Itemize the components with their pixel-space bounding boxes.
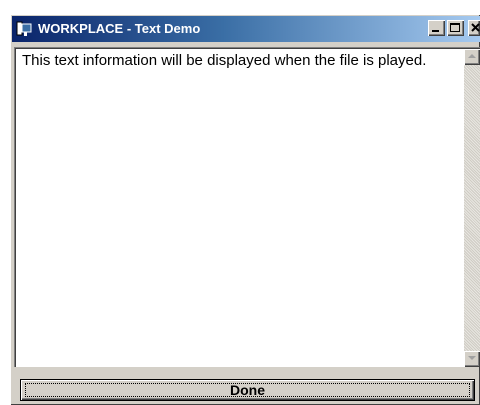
- message-text: This text information will be displayed …: [22, 52, 427, 69]
- maximize-button[interactable]: [447, 20, 464, 36]
- app-icon[interactable]: [16, 21, 34, 37]
- text-display-area[interactable]: This text information will be displayed …: [14, 47, 480, 367]
- maximize-icon: [450, 23, 460, 32]
- scroll-up-button[interactable]: [464, 49, 480, 65]
- done-button-label: Done: [230, 382, 265, 398]
- arrow-up-icon: [468, 54, 476, 58]
- scroll-down-button[interactable]: [464, 351, 480, 367]
- title-bar[interactable]: WORKPLACE - Text Demo: [12, 16, 480, 42]
- minimize-icon: [432, 30, 439, 32]
- vertical-scrollbar[interactable]: [464, 49, 480, 367]
- minimize-button[interactable]: [428, 20, 445, 36]
- text-demo-window: WORKPLACE - Text Demo This text informat…: [10, 14, 480, 405]
- done-button[interactable]: Done: [21, 380, 474, 400]
- window-controls: [428, 20, 480, 38]
- window-title: WORKPLACE - Text Demo: [38, 21, 201, 36]
- close-button[interactable]: [468, 20, 480, 36]
- arrow-down-icon: [468, 356, 476, 360]
- close-icon: [471, 23, 480, 32]
